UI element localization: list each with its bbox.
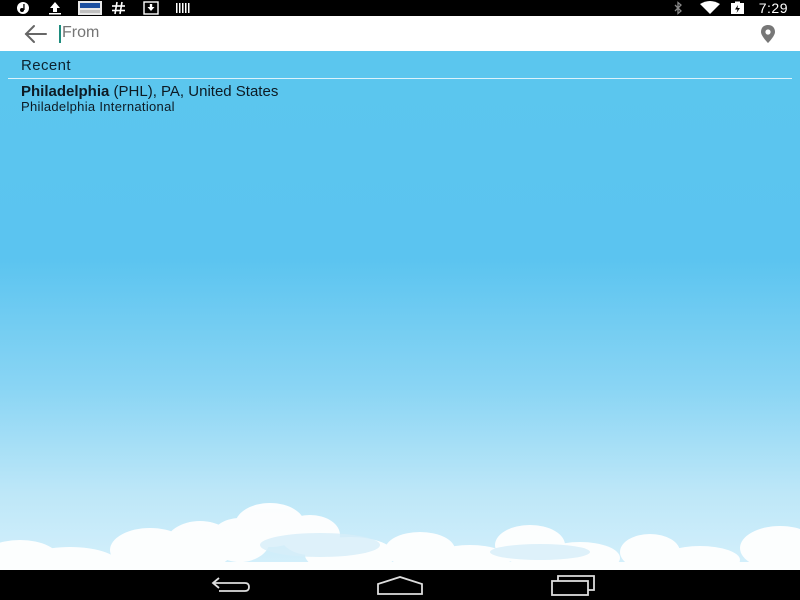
recent-section-title: Recent bbox=[21, 57, 71, 74]
hashtag-icon bbox=[110, 1, 128, 15]
airport-location-line: Philadelphia (PHL), PA, United States bbox=[21, 83, 721, 100]
search-header bbox=[0, 16, 800, 51]
nav-recent-apps-icon[interactable] bbox=[548, 574, 596, 596]
nav-home-icon[interactable] bbox=[376, 574, 424, 596]
upload-icon bbox=[46, 1, 64, 15]
recent-airport-item[interactable]: Philadelphia (PHL), PA, United States Ph… bbox=[21, 83, 721, 113]
wifi-icon bbox=[699, 1, 720, 15]
bluetooth-icon bbox=[669, 1, 687, 15]
airport-city: Philadelphia bbox=[21, 83, 110, 100]
navigation-bar bbox=[0, 570, 800, 600]
airport-name: Philadelphia International bbox=[21, 99, 175, 114]
location-pin-icon[interactable] bbox=[758, 24, 778, 44]
results-panel: Recent Philadelphia (PHL), PA, United St… bbox=[0, 51, 800, 570]
status-bar: 7:29 bbox=[0, 0, 800, 16]
music-icon bbox=[14, 1, 32, 15]
clock: 7:29 bbox=[758, 0, 788, 16]
news-app-icon bbox=[78, 1, 102, 15]
airport-location-details: (PHL), PA, United States bbox=[109, 83, 279, 100]
barcode-icon bbox=[174, 1, 192, 15]
download-icon bbox=[142, 1, 160, 15]
section-divider bbox=[8, 78, 792, 79]
from-search-input[interactable] bbox=[60, 20, 722, 46]
back-arrow-icon[interactable] bbox=[22, 22, 50, 46]
clouds-illustration bbox=[0, 503, 800, 570]
battery-charging-icon bbox=[729, 1, 747, 15]
nav-back-icon[interactable] bbox=[205, 574, 253, 596]
